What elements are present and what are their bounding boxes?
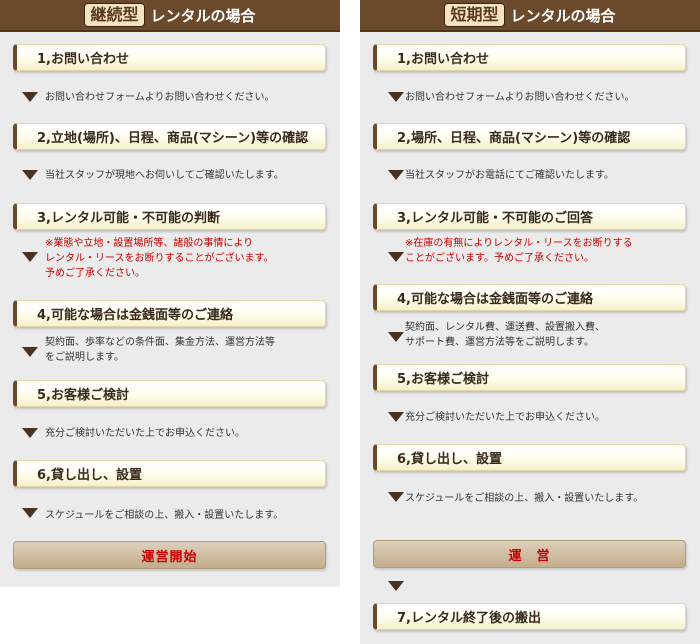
- step-5-description: 充分ご検討いただいた上でお申込ください。: [405, 412, 605, 423]
- step-3-notice: ※在庫の有無によりレンタル・リースをお断りする ことがございます。予めご了承くだ…: [405, 236, 633, 266]
- down-arrow-icon: [388, 492, 404, 502]
- down-arrow-icon: [388, 412, 404, 422]
- down-arrow-icon: [388, 92, 404, 102]
- step-title: 3,レンタル可能・不可能のご回答: [397, 211, 593, 226]
- step-1-description: お問い合わせフォームよりお問い合わせください。: [405, 92, 635, 103]
- step-title: 1,お問い合わせ: [37, 52, 129, 67]
- step-2-schedule-check[interactable]: 2,場所、日程、商品(マシーン)等の確認: [373, 123, 686, 150]
- step-title: 5,お客様ご検討: [397, 372, 489, 387]
- step-3-notice: ※業態や立地・設置場所等、諸般の事情により レンタル・リースをお断りすることがご…: [45, 236, 274, 281]
- step-title: 4,可能な場合は金銭面等のご連絡: [397, 292, 593, 307]
- down-arrow-icon: [22, 92, 38, 102]
- down-arrow-icon: [22, 347, 38, 357]
- notice-line: 予めご了承ください。: [45, 268, 145, 279]
- step-2-description: 当社スタッフが現地へお伺いしてご確認いたします。: [45, 170, 284, 181]
- step-4-description: 契約面、レンタル費、運送費、設置搬入費、 サポート費、運営方法等をご説明します。: [405, 320, 605, 350]
- down-arrow-icon: [22, 252, 38, 262]
- step-5-consideration[interactable]: 5,お客様ご検討: [373, 364, 686, 391]
- step-4-description: 契約面、歩率などの条件面、集金方法、運営方法等 をご説明します。: [45, 335, 275, 365]
- notice-line: レンタル・リースをお断りすることがございます。: [45, 253, 274, 264]
- panel-header: 短期型 レンタルの場合: [360, 0, 700, 32]
- step-5-description: 充分ご検討いただいた上でお申込ください。: [45, 428, 245, 439]
- step-3-answer[interactable]: 3,レンタル可能・不可能のご回答: [373, 203, 686, 230]
- header-title: レンタルの場合: [510, 6, 616, 25]
- notice-line: ※業態や立地・設置場所等、諸般の事情により: [45, 238, 254, 249]
- step-6-delivery-install[interactable]: 6,貸し出し、設置: [13, 460, 326, 487]
- description-line: 契約面、歩率などの条件面、集金方法、運営方法等: [45, 337, 275, 348]
- notice-line: ※在庫の有無によりレンタル・リースをお断りする: [405, 238, 633, 249]
- step-5-consideration[interactable]: 5,お客様ご検討: [13, 380, 326, 407]
- header-tag: 短期型: [444, 3, 505, 27]
- step-6-description: スケジュールをご相談の上、搬入・設置いたします。: [405, 493, 644, 504]
- step-1-description: お問い合わせフォームよりお問い合わせください。: [45, 92, 275, 103]
- description-line: 契約面、レンタル費、運送費、設置搬入費、: [405, 322, 605, 333]
- step-6-description: スケジュールをご相談の上、搬入・設置いたします。: [45, 510, 284, 521]
- step-6-delivery-install[interactable]: 6,貸し出し、設置: [373, 444, 686, 471]
- step-title: 3,レンタル可能・不可能の判断: [37, 211, 220, 226]
- step-2-description: 当社スタッフがお電話にてご確認いたします。: [405, 170, 614, 181]
- down-arrow-icon: [22, 508, 38, 518]
- step-title: 2,場所、日程、商品(マシーン)等の確認: [397, 131, 631, 146]
- short-term-rental-panel: 短期型 レンタルの場合 1,お問い合わせ お問い合わせフォームよりお問い合わせく…: [360, 0, 700, 644]
- step-2-site-check[interactable]: 2,立地(場所)、日程、商品(マシーン)等の確認: [13, 123, 326, 150]
- step-title: 1,お問い合わせ: [397, 52, 489, 67]
- continuous-rental-panel: 継続型 レンタルの場合 1,お問い合わせ お問い合わせフォームよりお問い合わせく…: [0, 0, 340, 587]
- down-arrow-icon: [388, 252, 404, 262]
- step-7-removal[interactable]: 7,レンタル終了後の搬出: [373, 603, 686, 630]
- step-1-inquiry[interactable]: 1,お問い合わせ: [13, 44, 326, 71]
- step-title: 5,お客様ご検討: [37, 388, 129, 403]
- step-title: 7,レンタル終了後の搬出: [397, 611, 541, 626]
- down-arrow-icon: [388, 332, 404, 342]
- description-line: をご説明します。: [45, 352, 124, 363]
- header-title: レンタルの場合: [150, 6, 256, 25]
- down-arrow-icon: [388, 581, 404, 591]
- operation-start-button[interactable]: 運営開始: [13, 541, 326, 569]
- step-title: 4,可能な場合は金銭面等のご連絡: [37, 308, 233, 323]
- down-arrow-icon: [22, 170, 38, 180]
- step-4-financial-contact[interactable]: 4,可能な場合は金銭面等のご連絡: [13, 300, 326, 327]
- down-arrow-icon: [22, 428, 38, 438]
- notice-line: ことがございます。予めご了承ください。: [405, 253, 594, 264]
- panel-header: 継続型 レンタルの場合: [0, 0, 340, 32]
- step-4-financial-contact[interactable]: 4,可能な場合は金銭面等のご連絡: [373, 284, 686, 311]
- step-title: 6,貸し出し、設置: [397, 452, 502, 467]
- step-title: 6,貸し出し、設置: [37, 468, 142, 483]
- step-3-judgement[interactable]: 3,レンタル可能・不可能の判断: [13, 203, 326, 230]
- header-tag: 継続型: [84, 3, 145, 27]
- down-arrow-icon: [388, 170, 404, 180]
- operation-button[interactable]: 運 営: [373, 540, 686, 568]
- step-1-inquiry[interactable]: 1,お問い合わせ: [373, 44, 686, 71]
- description-line: サポート費、運営方法等をご説明します。: [405, 337, 594, 348]
- step-title: 2,立地(場所)、日程、商品(マシーン)等の確認: [37, 131, 309, 146]
